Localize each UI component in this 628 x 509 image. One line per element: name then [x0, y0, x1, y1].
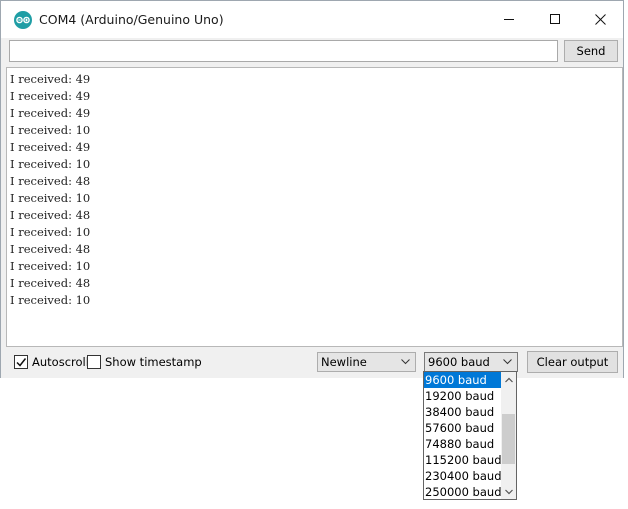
autoscroll-checkbox[interactable] — [14, 355, 28, 369]
output-line: I received: 48 — [10, 242, 91, 256]
output-line: I received: 49 — [10, 140, 91, 154]
chevron-down-icon — [401, 359, 410, 365]
check-icon — [16, 358, 27, 367]
scrollbar-thumb[interactable] — [502, 414, 515, 464]
baud-option-230400[interactable]: 230400 baud — [424, 468, 502, 484]
minimize-button[interactable] — [486, 1, 532, 37]
chevron-down-icon — [503, 359, 512, 365]
output-line: I received: 49 — [10, 106, 91, 120]
bottom-toolbar: Autoscroll Show timestamp Newline 9600 b… — [1, 348, 623, 378]
chevron-down-icon — [504, 489, 513, 494]
close-button[interactable] — [577, 1, 623, 37]
arduino-logo-icon — [14, 11, 32, 29]
output-line: I received: 49 — [10, 72, 91, 86]
output-line: I received: 48 — [10, 208, 91, 222]
window-title: COM4 (Arduino/Genuino Uno) — [39, 12, 224, 27]
output-line: I received: 49 — [10, 89, 91, 103]
output-line: I received: 10 — [10, 259, 91, 273]
output-line: I received: 10 — [10, 157, 91, 171]
line-ending-select[interactable]: Newline — [317, 352, 416, 372]
baud-option-19200[interactable]: 19200 baud — [424, 388, 501, 404]
serial-send-input[interactable] — [9, 40, 558, 62]
send-button[interactable]: Send — [564, 40, 618, 62]
minimize-icon — [503, 18, 514, 20]
baud-options: 9600 baud 19200 baud 38400 baud 57600 ba… — [424, 372, 502, 500]
maximize-button[interactable] — [532, 1, 578, 37]
output-line: I received: 10 — [10, 293, 91, 307]
chevron-up-icon — [504, 377, 513, 382]
baud-option-9600[interactable]: 9600 baud — [424, 372, 501, 388]
serial-output-area[interactable]: I received: 49 I received: 49 I received… — [6, 67, 623, 347]
baud-rate-select[interactable]: 9600 baud — [424, 352, 518, 372]
output-line: I received: 10 — [10, 225, 91, 239]
baud-option-74880[interactable]: 74880 baud — [424, 436, 501, 452]
line-ending-value: Newline — [321, 355, 367, 369]
clear-output-button[interactable]: Clear output — [527, 351, 618, 373]
close-icon — [594, 13, 606, 25]
show-timestamp-label[interactable]: Show timestamp — [105, 355, 202, 369]
title-bar[interactable]: COM4 (Arduino/Genuino Uno) — [1, 1, 623, 38]
output-line: I received: 10 — [10, 191, 91, 205]
show-timestamp-checkbox[interactable] — [87, 355, 101, 369]
baud-option-57600[interactable]: 57600 baud — [424, 420, 501, 436]
scroll-down-button[interactable] — [501, 484, 516, 499]
dropdown-scrollbar[interactable] — [501, 372, 516, 499]
baud-rate-value: 9600 baud — [428, 355, 490, 369]
output-line: I received: 10 — [10, 123, 91, 137]
serial-monitor-window: COM4 (Arduino/Genuino Uno) Send I receiv… — [0, 0, 624, 378]
scroll-up-button[interactable] — [501, 372, 516, 387]
baud-option-250000[interactable]: 250000 baud — [424, 484, 502, 500]
baud-option-38400[interactable]: 38400 baud — [424, 404, 501, 420]
baud-option-115200[interactable]: 115200 baud — [424, 452, 502, 468]
maximize-icon — [549, 13, 560, 24]
output-line: I received: 48 — [10, 174, 91, 188]
baud-rate-dropdown-list[interactable]: 9600 baud 19200 baud 38400 baud 57600 ba… — [423, 371, 517, 500]
autoscroll-label[interactable]: Autoscroll — [32, 355, 89, 369]
output-line: I received: 48 — [10, 276, 91, 290]
